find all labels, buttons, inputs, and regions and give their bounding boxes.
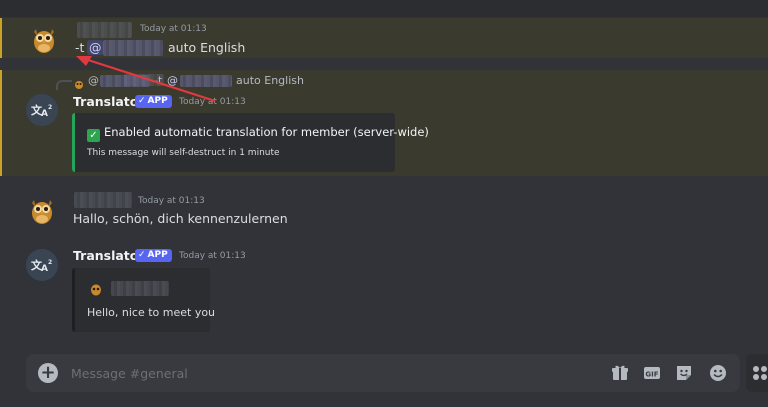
timestamp: Today at 01:13 <box>179 251 246 261</box>
message-command[interactable]: Today at 01:13 -t @ auto English <box>0 18 768 58</box>
apps-panel[interactable] <box>746 354 768 392</box>
embed-title-text: Enabled automatic translation for member… <box>104 125 429 139</box>
message-input[interactable] <box>71 364 551 382</box>
blurred-author <box>111 281 169 296</box>
reply-preview-mention[interactable]: @ <box>167 74 178 87</box>
checkmark-icon: ✓ <box>87 129 100 142</box>
command-text: -t <box>75 40 85 55</box>
reply-preview-at[interactable]: @ <box>88 74 99 87</box>
app-badge-label: APP <box>147 96 168 106</box>
message-german[interactable]: Today at 01:13 Hallo, schön, dich kennen… <box>0 188 768 230</box>
blurred-username[interactable] <box>77 22 132 38</box>
mention-at[interactable]: @ <box>87 40 104 55</box>
translation-embed: Hello, nice to meet you <box>72 268 215 332</box>
reply-blurred-mention[interactable] <box>180 75 232 87</box>
bot-username[interactable]: Translator <box>73 94 145 109</box>
reply-preview-args[interactable]: auto English <box>236 74 304 87</box>
app-badge-label: APP <box>147 250 168 260</box>
svg-text:A: A <box>41 109 48 119</box>
app-badge: ✓ APP <box>135 249 172 262</box>
command-args: auto English <box>168 40 246 55</box>
reply-connector <box>56 80 72 90</box>
timestamp: Today at 01:13 <box>138 196 205 206</box>
message-text: Hallo, schön, dich kennenzulernen <box>73 211 288 226</box>
translate-icon[interactable]: 文 A 2 <box>26 94 58 126</box>
blurred-username[interactable] <box>74 192 132 208</box>
owl-icon <box>89 281 103 296</box>
reply-owl-icon <box>74 74 84 89</box>
svg-text:GIF: GIF <box>645 371 658 379</box>
timestamp: Today at 01:13 <box>140 24 207 34</box>
gif-icon[interactable]: GIF <box>642 363 662 383</box>
reply-blurred-user[interactable] <box>100 75 150 87</box>
svg-text:2: 2 <box>48 104 52 111</box>
emoji-icon[interactable] <box>708 363 728 383</box>
svg-text:A: A <box>41 264 48 274</box>
bot-username[interactable]: Translator <box>73 248 145 263</box>
translate-icon[interactable]: 文 A 2 <box>26 249 58 281</box>
svg-text:2: 2 <box>48 259 52 266</box>
check-icon: ✓ <box>138 96 146 106</box>
translated-text: Hello, nice to meet you <box>87 306 216 319</box>
apps-icon[interactable] <box>752 364 768 382</box>
blurred-mention[interactable] <box>103 40 163 56</box>
check-icon: ✓ <box>138 250 146 260</box>
bot-embed: ✓ Enabled automatic translation for membe… <box>72 113 429 172</box>
embed-self-destruct-note: This message will self-destruct in 1 min… <box>87 148 280 158</box>
owl-icon[interactable] <box>26 194 58 226</box>
plus-circle-icon[interactable]: + <box>38 363 58 383</box>
app-badge: ✓ APP <box>135 95 172 108</box>
top-bar <box>0 0 768 17</box>
sticker-icon[interactable] <box>674 363 694 383</box>
message-composer[interactable]: + GIF <box>26 354 740 392</box>
embed-title: ✓ Enabled automatic translation for membe… <box>87 125 429 142</box>
timestamp: Today at 01:13 <box>179 97 246 107</box>
gift-icon[interactable] <box>610 363 630 383</box>
reply-preview-command[interactable]: -t <box>154 74 162 87</box>
owl-icon[interactable] <box>28 23 60 55</box>
